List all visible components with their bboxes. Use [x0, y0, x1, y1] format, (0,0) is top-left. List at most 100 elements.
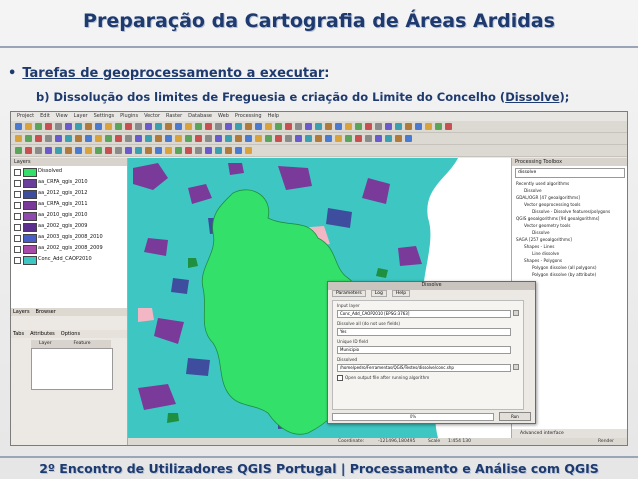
layer-item[interactable]: aa_2012_qgis_2012	[11, 188, 127, 199]
toolbar-tool-icon[interactable]	[65, 135, 72, 142]
toolbar-tool-icon[interactable]	[395, 135, 402, 142]
toolbar-tool-icon[interactable]	[305, 135, 312, 142]
toolbar-tool-icon[interactable]	[175, 135, 182, 142]
toolbar-tool-icon[interactable]	[375, 135, 382, 142]
menu-item[interactable]: Database	[188, 113, 212, 119]
menu-item[interactable]: Vector	[144, 113, 160, 119]
toolbar-tool-icon[interactable]	[175, 123, 182, 130]
toolbar-tool-icon[interactable]	[325, 123, 332, 130]
toolbar-tool-icon[interactable]	[155, 123, 162, 130]
toolbar-tool-icon[interactable]	[195, 147, 202, 154]
layer-visibility-checkbox[interactable]	[14, 235, 21, 242]
menu-item[interactable]: Edit	[40, 113, 50, 119]
toolbar-tool-icon[interactable]	[55, 123, 62, 130]
toolbar-tool-icon[interactable]	[245, 147, 252, 154]
toolbar-tool-icon[interactable]	[225, 123, 232, 130]
toolbar-tool-icon[interactable]	[205, 147, 212, 154]
layer-item[interactable]: Dissolved	[11, 166, 127, 177]
toolbar-tool-icon[interactable]	[275, 123, 282, 130]
toolbar-tool-icon[interactable]	[145, 135, 152, 142]
toolbar-tool-icon[interactable]	[105, 147, 112, 154]
tab-options[interactable]: Options	[61, 331, 80, 337]
layer-item[interactable]: aa_CRFA_qgis_2011	[11, 199, 127, 210]
toolbar-tool-icon[interactable]	[285, 135, 292, 142]
toolbar-tool-icon[interactable]	[75, 147, 82, 154]
toolbar-tool-icon[interactable]	[185, 123, 192, 130]
layer-item[interactable]: aa_CRFA_qgis_2010	[11, 177, 127, 188]
toolbar-tool-icon[interactable]	[15, 123, 22, 130]
toolbar-tool-icon[interactable]	[355, 123, 362, 130]
toolbar-tool-icon[interactable]	[335, 123, 342, 130]
toolbar-tool-icon[interactable]	[95, 123, 102, 130]
menu-item[interactable]: Raster	[166, 113, 182, 119]
tab-help[interactable]: Help	[391, 290, 411, 297]
toolbar-tool-icon[interactable]	[135, 135, 142, 142]
toolbar-tool-icon[interactable]	[345, 123, 352, 130]
layer-visibility-checkbox[interactable]	[14, 202, 21, 209]
toolbar-tool-icon[interactable]	[115, 123, 122, 130]
menu-item[interactable]: Web	[218, 113, 229, 119]
menu-item[interactable]: Settings	[94, 113, 115, 119]
toolbar-tool-icon[interactable]	[255, 135, 262, 142]
tab-tabs[interactable]: Tabs	[13, 331, 24, 337]
layer-item[interactable]: aa_2002_qgis_2009	[11, 221, 127, 232]
toolbar-tool-icon[interactable]	[245, 135, 252, 142]
toolbar-tool-icon[interactable]	[35, 147, 42, 154]
toolbar-tool-icon[interactable]	[45, 135, 52, 142]
toolbar-tool-icon[interactable]	[65, 147, 72, 154]
toolbar-tool-icon[interactable]	[215, 123, 222, 130]
toolbar-tool-icon[interactable]	[425, 123, 432, 130]
toolbar-tool-icon[interactable]	[115, 147, 122, 154]
toolbar-tool-icon[interactable]	[285, 123, 292, 130]
toolbox-tree-item[interactable]: Line dissolve	[512, 250, 627, 257]
tab-parameters[interactable]: Parameters	[332, 290, 366, 297]
menu-item[interactable]: Processing	[235, 113, 262, 119]
render-toggle[interactable]: Render	[598, 438, 614, 445]
toolbar-tool-icon[interactable]	[315, 123, 322, 130]
toolbar-tool-icon[interactable]	[115, 135, 122, 142]
toolbar-tool-icon[interactable]	[295, 123, 302, 130]
toolbar-tool-icon[interactable]	[135, 147, 142, 154]
toolbar-tool-icon[interactable]	[75, 123, 82, 130]
toolbar-tool-icon[interactable]	[315, 135, 322, 142]
toolbar-tool-icon[interactable]	[125, 147, 132, 154]
toolbar-tool-icon[interactable]	[145, 147, 152, 154]
toolbar-tool-icon[interactable]	[235, 135, 242, 142]
layer-visibility-checkbox[interactable]	[14, 169, 21, 176]
layer-item[interactable]: aa_2002_qgis_2008_2009	[11, 243, 127, 254]
toolbar-tool-icon[interactable]	[55, 147, 62, 154]
toolbar-tool-icon[interactable]	[255, 123, 262, 130]
layer-item[interactable]: Conc_Add_CAOP2010	[11, 254, 127, 265]
toolbar-tool-icon[interactable]	[25, 123, 32, 130]
layer-visibility-checkbox[interactable]	[14, 224, 21, 231]
toolbar-tool-icon[interactable]	[105, 135, 112, 142]
toolbox-search-input[interactable]: dissolve	[515, 168, 625, 178]
scale-value[interactable]: 1:454 130	[448, 438, 471, 445]
tab-log[interactable]: Log	[370, 290, 387, 297]
toolbar-tool-icon[interactable]	[75, 135, 82, 142]
toolbar-tool-icon[interactable]	[15, 147, 22, 154]
menu-item[interactable]: Help	[268, 113, 279, 119]
layer-item[interactable]: aa_2010_qgis_2010	[11, 210, 127, 221]
toolbox-tree-item[interactable]: Vector geometry tools	[512, 222, 627, 229]
toolbar-tool-icon[interactable]	[355, 135, 362, 142]
toolbox-tree-item[interactable]: Shapes - Lines	[512, 243, 627, 250]
toolbar-tool-icon[interactable]	[135, 123, 142, 130]
toolbar-tool-icon[interactable]	[385, 123, 392, 130]
menu-item[interactable]: Plugins	[120, 113, 138, 119]
toolbar-tool-icon[interactable]	[215, 135, 222, 142]
toolbox-tree-item[interactable]: Dissolve - Dissolve features/polygons	[512, 208, 627, 215]
toolbar-tool-icon[interactable]	[335, 135, 342, 142]
toolbar-tool-icon[interactable]	[245, 123, 252, 130]
toolbar-tool-icon[interactable]	[365, 135, 372, 142]
toolbar-tool-icon[interactable]	[55, 135, 62, 142]
menu-item[interactable]: Project	[17, 113, 34, 119]
open-output-checkbox[interactable]: Open output file after running algorithm	[337, 375, 429, 381]
toolbar-tool-icon[interactable]	[185, 135, 192, 142]
toolbar-tool-icon[interactable]	[345, 135, 352, 142]
tab-browser[interactable]: Browser	[36, 309, 56, 315]
toolbox-tree-item[interactable]: Vector geoprocessing tools	[512, 201, 627, 208]
layer-item[interactable]: aa_2003_qgis_2008_2010	[11, 232, 127, 243]
layer-visibility-checkbox[interactable]	[14, 213, 21, 220]
toolbar-tool-icon[interactable]	[195, 135, 202, 142]
